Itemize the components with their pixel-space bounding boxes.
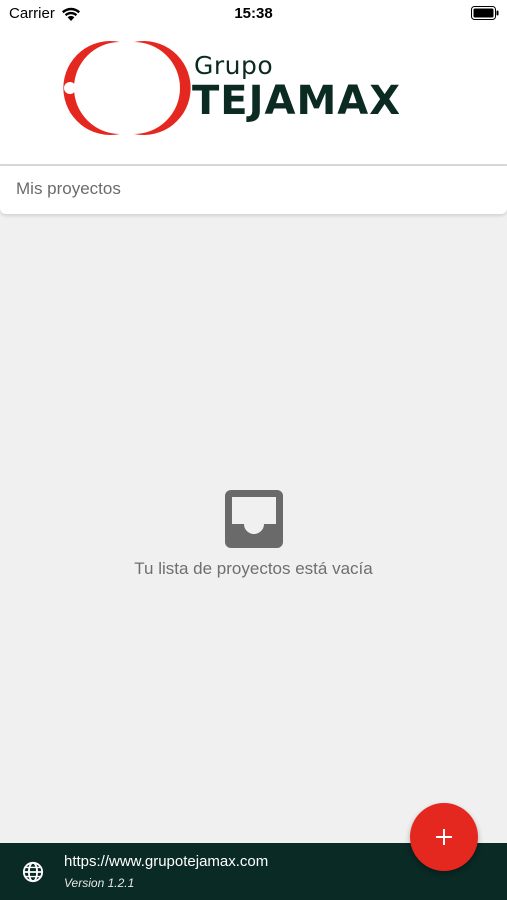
logo-tejamax-text: TEJAMAX <box>192 78 402 124</box>
tejamax-logo: Grupo TEJAMAX <box>62 36 452 140</box>
projects-header-card: Mis proyectos <box>0 166 507 214</box>
status-time: 15:38 <box>234 5 273 22</box>
logo-grupo-text: Grupo <box>194 51 274 80</box>
add-project-button[interactable] <box>410 803 478 871</box>
globe-icon <box>22 861 44 883</box>
empty-message: Tu lista de proyectos está vacía <box>134 559 373 578</box>
website-link[interactable]: https://www.grupotejamax.com <box>64 853 268 870</box>
logo-mark-icon <box>63 41 191 135</box>
empty-state: Tu lista de proyectos está vacía <box>0 488 507 579</box>
status-bar: Carrier 15:38 <box>0 0 507 28</box>
plus-icon <box>436 829 452 845</box>
battery-icon <box>471 6 499 20</box>
inbox-icon <box>224 490 283 548</box>
version-label: Version 1.2.1 <box>64 876 135 890</box>
projects-title: Mis proyectos <box>16 179 121 198</box>
app-header: Grupo TEJAMAX <box>0 28 507 164</box>
